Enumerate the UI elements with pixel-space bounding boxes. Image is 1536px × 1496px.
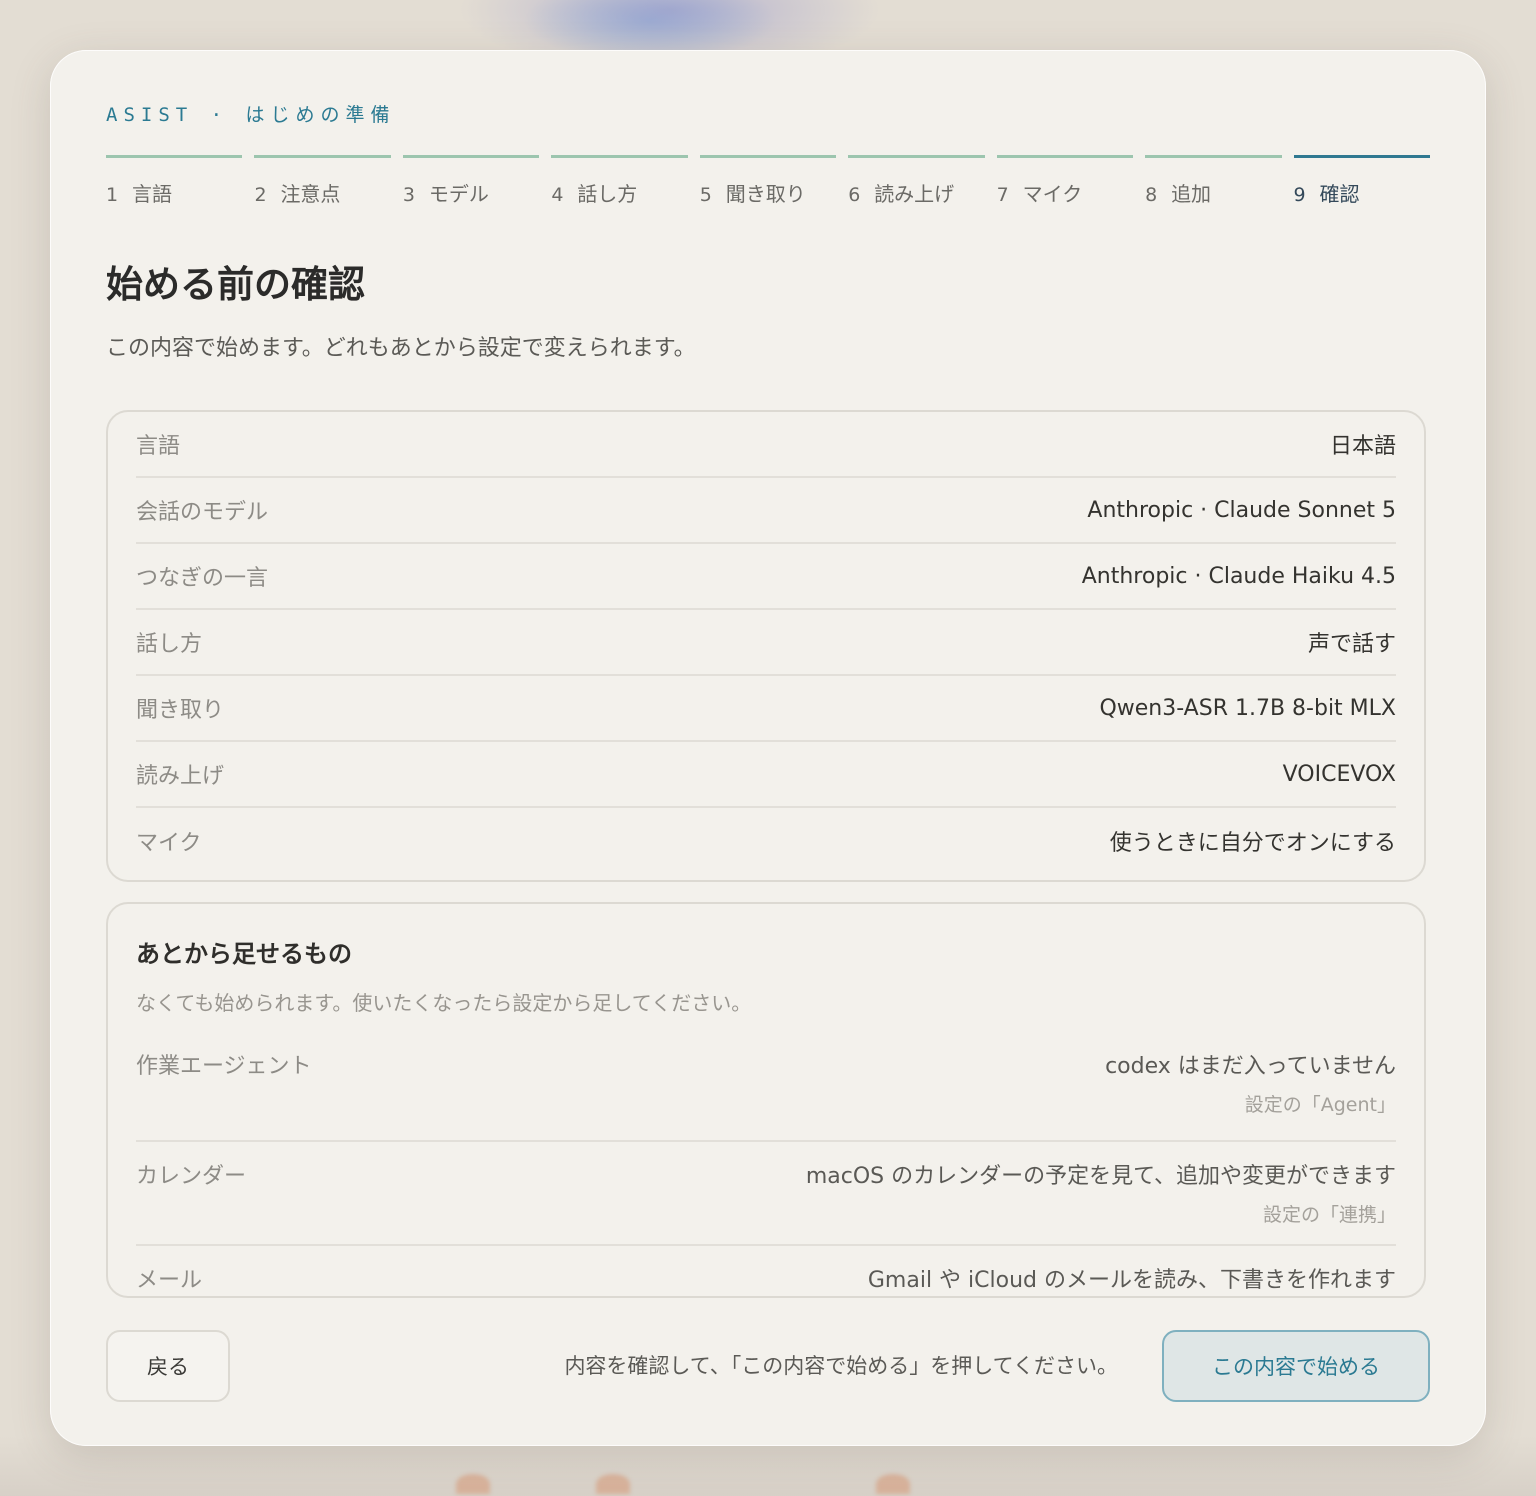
start-button[interactable]: この内容で始める xyxy=(1162,1330,1430,1402)
step-number: 7 xyxy=(996,184,1009,206)
addon-value: macOS のカレンダーの予定を見て、追加や変更ができます xyxy=(805,1164,1396,1189)
step-label: 言語 xyxy=(132,182,172,206)
step-number: 3 xyxy=(402,184,415,206)
step-9-current[interactable]: 9 確認 xyxy=(1293,155,1430,207)
summary-key: つなぎの一言 xyxy=(136,566,269,591)
setup-dialog: ASIST · はじめの準備 1 言語 2 注意点 3 モデル 4 話し方 5 聞き取り … xyxy=(50,50,1486,1446)
step-number: 8 xyxy=(1145,184,1158,206)
addon-key: カレンダー xyxy=(136,1164,247,1189)
addon-settings-location: 設定の「連携」 xyxy=(1262,1204,1396,1226)
step-number: 5 xyxy=(699,184,712,206)
step-5[interactable]: 5 聞き取り xyxy=(699,155,837,207)
addon-values: Gmail や iCloud のメールを読み、下書きを作れます xyxy=(868,1262,1396,1294)
step-label: 注意点 xyxy=(280,182,341,206)
summary-key: 読み上げ xyxy=(136,764,225,789)
step-7[interactable]: 7 マイク xyxy=(996,155,1134,207)
addons-title: あとから足せるもの xyxy=(136,940,352,968)
app-eyebrow: ASIST · はじめの準備 xyxy=(106,104,396,126)
addon-row-agent: 作業エージェント codex はまだ入っていません 設定の「Agent」 xyxy=(136,1048,1396,1142)
summary-row-filler-model: つなぎの一言 Anthropic · Claude Haiku 4.5 xyxy=(136,544,1396,610)
footer-instruction: 内容を確認して、「この内容で始める」を押してください。 xyxy=(564,1354,1118,1378)
addon-row-calendar: カレンダー macOS のカレンダーの予定を見て、追加や変更ができます 設定の「… xyxy=(136,1142,1396,1246)
summary-row-tts: 読み上げ VOICEVOX xyxy=(136,742,1396,808)
addon-key: メール xyxy=(136,1268,203,1293)
step-number: 4 xyxy=(551,184,564,206)
summary-value: Anthropic · Claude Haiku 4.5 xyxy=(1081,563,1396,589)
step-8[interactable]: 8 追加 xyxy=(1145,155,1282,207)
step-2[interactable]: 2 注意点 xyxy=(254,155,391,207)
summary-value: 声で話す xyxy=(1307,632,1396,657)
addon-values: macOS のカレンダーの予定を見て、追加や変更ができます 設定の「連携」 xyxy=(806,1158,1396,1227)
summary-value: Qwen3-ASR 1.7B 8-bit MLX xyxy=(1099,695,1396,721)
step-label: 話し方 xyxy=(577,182,638,206)
step-4[interactable]: 4 話し方 xyxy=(551,155,688,207)
step-number: 9 xyxy=(1293,184,1306,206)
back-button[interactable]: 戻る xyxy=(106,1330,230,1402)
summary-row-speaking-mode: 話し方 声で話す xyxy=(136,610,1396,676)
addon-row-mail: メール Gmail や iCloud のメールを読み、下書きを作れます xyxy=(136,1246,1396,1294)
step-label: モデル xyxy=(428,182,489,206)
summary-row-language: 言語 日本語 xyxy=(136,412,1396,478)
summary-key: 会話のモデル xyxy=(136,500,269,525)
step-label: 読み上げ xyxy=(874,182,955,206)
addons-hint: なくても始められます。使いたくなったら設定から足してください。 xyxy=(136,991,752,1015)
summary-value: 使うときに自分でオンにする xyxy=(1109,831,1396,856)
step-1[interactable]: 1 言語 xyxy=(106,155,243,207)
step-label: 聞き取り xyxy=(725,182,806,206)
summary-value: 日本語 xyxy=(1329,434,1396,459)
page-title: 始める前の確認 xyxy=(106,263,365,306)
dock-app-icon xyxy=(876,1474,910,1494)
summary-row-asr: 聞き取り Qwen3-ASR 1.7B 8-bit MLX xyxy=(136,676,1396,742)
addon-value: codex はまだ入っていません xyxy=(1105,1054,1396,1079)
step-6[interactable]: 6 読み上げ xyxy=(848,155,985,207)
addon-value: Gmail や iCloud のメールを読み、下書きを作れます xyxy=(867,1268,1396,1293)
summary-key: 言語 xyxy=(136,434,181,459)
dock-app-icon xyxy=(456,1474,490,1494)
page-subtitle: この内容で始めます。どれもあとから設定で変えられます。 xyxy=(106,336,696,361)
addon-key: 作業エージェント xyxy=(136,1054,312,1079)
step-number: 1 xyxy=(106,184,119,206)
step-number: 2 xyxy=(254,184,267,206)
step-progress: 1 言語 2 注意点 3 モデル 4 話し方 5 聞き取り 6 読み上げ 7 マイク 8 追加 … xyxy=(106,155,1430,207)
step-label: 追加 xyxy=(1171,182,1212,206)
summary-value: VOICEVOX xyxy=(1282,761,1396,787)
summary-key: マイク xyxy=(136,831,202,856)
summary-value: Anthropic · Claude Sonnet 5 xyxy=(1087,497,1396,523)
step-label: 確認 xyxy=(1319,182,1360,206)
addon-settings-location: 設定の「Agent」 xyxy=(1244,1094,1396,1116)
step-number: 6 xyxy=(848,184,861,206)
optional-addons-card[interactable]: あとから足せるもの なくても始められます。使いたくなったら設定から足してください… xyxy=(106,902,1426,1298)
summary-row-microphone: マイク 使うときに自分でオンにする xyxy=(136,808,1396,874)
dock-app-icon xyxy=(596,1474,630,1494)
addon-values: codex はまだ入っていません 設定の「Agent」 xyxy=(1105,1048,1396,1117)
summary-key: 聞き取り xyxy=(136,698,225,723)
summary-row-conversation-model: 会話のモデル Anthropic · Claude Sonnet 5 xyxy=(136,478,1396,544)
step-3[interactable]: 3 モデル xyxy=(402,155,540,207)
summary-key: 話し方 xyxy=(136,632,203,657)
step-label: マイク xyxy=(1022,182,1083,206)
settings-summary-card: 言語 日本語 会話のモデル Anthropic · Claude Sonnet … xyxy=(106,410,1426,882)
